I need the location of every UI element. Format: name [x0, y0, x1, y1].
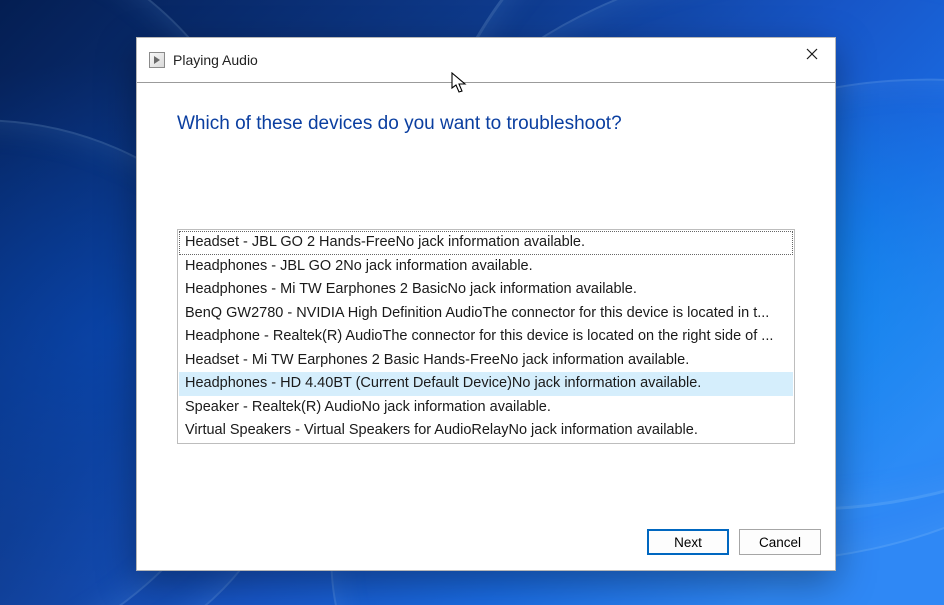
- window-title: Playing Audio: [173, 52, 258, 68]
- titlebar: Playing Audio: [137, 38, 835, 82]
- device-listbox[interactable]: Headset - JBL GO 2 Hands-FreeNo jack inf…: [177, 229, 795, 444]
- app-icon: [149, 52, 165, 68]
- device-option[interactable]: Headset - JBL GO 2 Hands-FreeNo jack inf…: [179, 231, 793, 255]
- close-icon: [806, 48, 818, 60]
- device-option[interactable]: Headphones - JBL GO 2No jack information…: [179, 255, 793, 279]
- device-option[interactable]: Headphone - Realtek(R) AudioThe connecto…: [179, 325, 793, 349]
- next-button[interactable]: Next: [647, 529, 729, 555]
- device-option[interactable]: BenQ GW2780 - NVIDIA High Definition Aud…: [179, 302, 793, 326]
- device-option[interactable]: Headphones - HD 4.40BT (Current Default …: [179, 372, 793, 396]
- device-option[interactable]: Virtual Speakers - Virtual Speakers for …: [179, 419, 793, 443]
- dialog-heading: Which of these devices do you want to tr…: [177, 113, 795, 135]
- troubleshooter-window: Playing Audio Which of these devices do …: [136, 37, 836, 571]
- dialog-footer: Next Cancel: [137, 514, 835, 570]
- dialog-body: Which of these devices do you want to tr…: [137, 83, 835, 514]
- close-button[interactable]: [789, 38, 835, 70]
- device-option[interactable]: Speaker - Realtek(R) AudioNo jack inform…: [179, 396, 793, 420]
- device-option[interactable]: Headphones - Mi TW Earphones 2 BasicNo j…: [179, 278, 793, 302]
- desktop-background: Playing Audio Which of these devices do …: [0, 0, 944, 605]
- device-option[interactable]: Headset - Mi TW Earphones 2 Basic Hands-…: [179, 349, 793, 373]
- cancel-button[interactable]: Cancel: [739, 529, 821, 555]
